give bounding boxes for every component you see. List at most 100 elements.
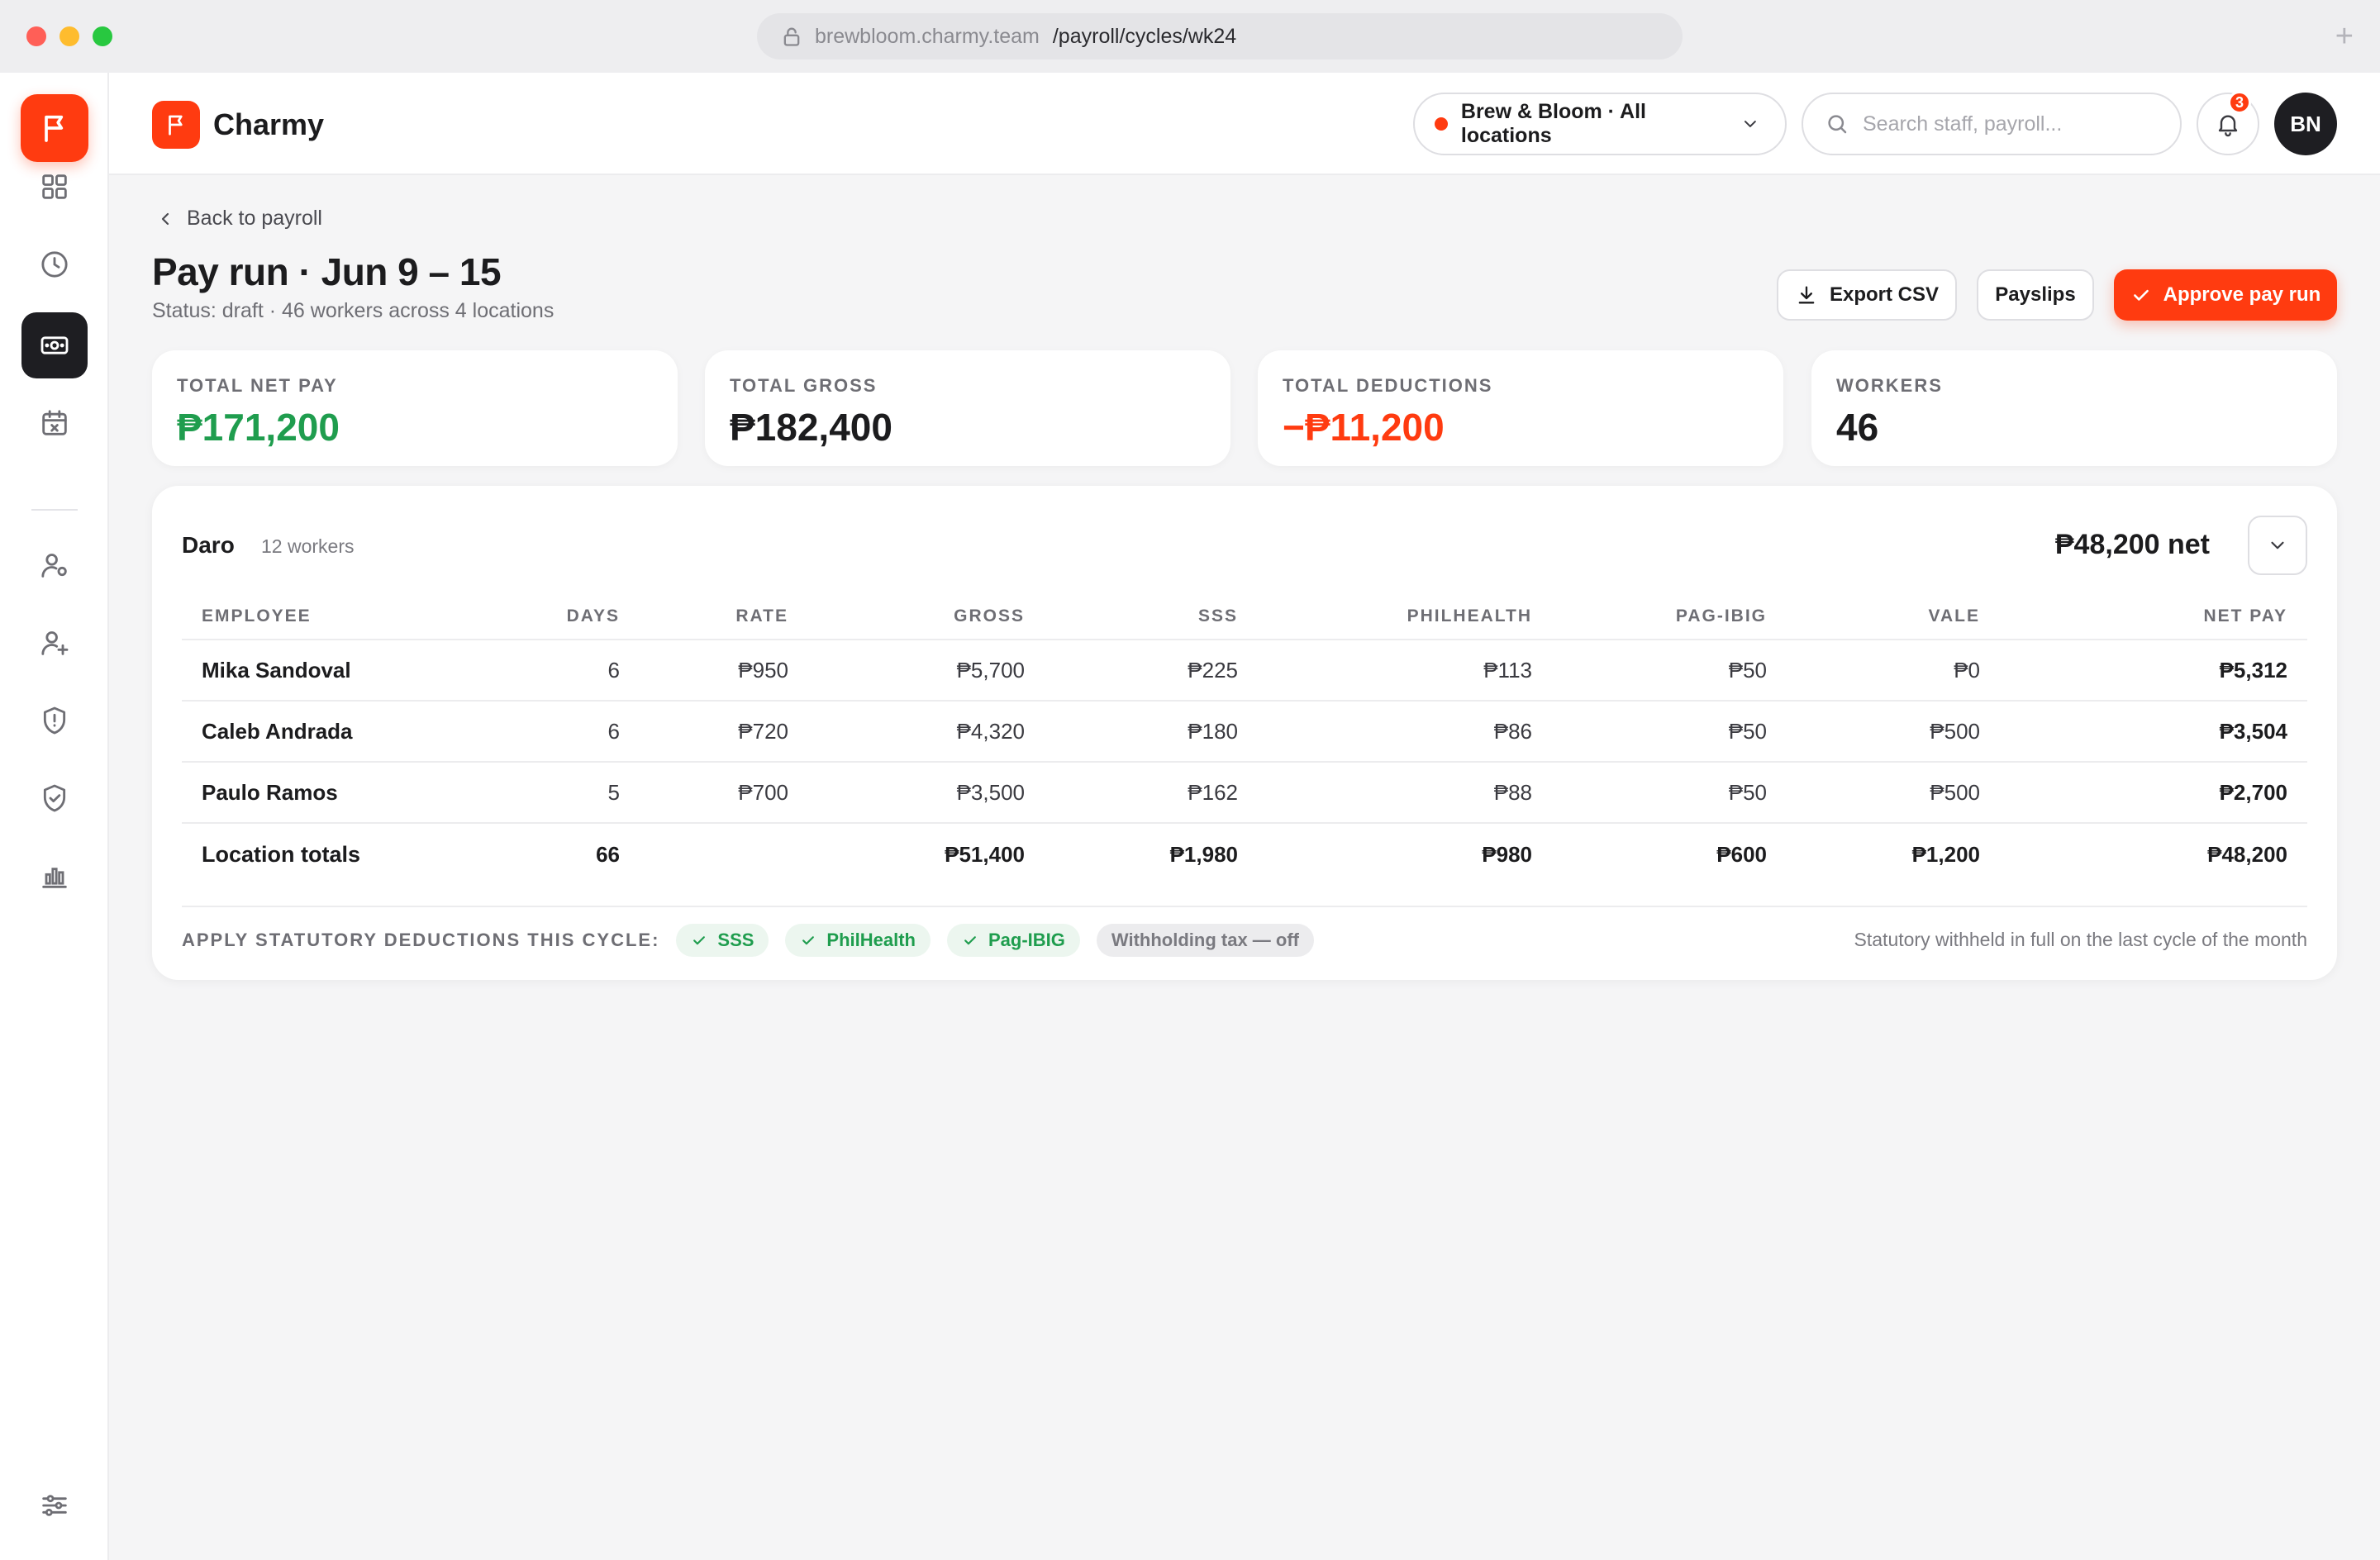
clock-icon (41, 251, 68, 278)
lock-icon (783, 27, 800, 46)
url-host: brewbloom.charmy.team (815, 24, 1040, 48)
approve-pay-run-button[interactable]: Approve pay run (2114, 269, 2337, 321)
days-cell: 6 (512, 640, 640, 702)
location-worker-count: 12 workers (261, 535, 355, 557)
column-header: PAG-IBIG (1552, 593, 1787, 640)
net-pay-cell: ₱2,700 (2000, 762, 2307, 824)
stat-value: 46 (1836, 406, 1879, 449)
search-icon (1828, 115, 1847, 134)
stat-label: TOTAL DEDUCTIONS (1283, 375, 1493, 396)
chip-label: SSS (717, 930, 754, 950)
chip-label: PhilHealth (826, 930, 916, 950)
cash-icon (40, 336, 69, 354)
net-pay-total: ₱48,200 (2207, 842, 2287, 867)
status-dot (1435, 117, 1448, 131)
sidebar-item-hiring[interactable] (21, 610, 88, 676)
location-net-total: ₱48,200 net (2054, 529, 2210, 560)
window-minimize-button[interactable] (60, 26, 79, 46)
app-logo[interactable] (21, 94, 88, 162)
rate-cell: ₱720 (640, 701, 808, 763)
location-selector[interactable]: Brew & Bloom · All locations (1413, 93, 1787, 155)
sidebar-item-payroll[interactable] (21, 312, 88, 378)
column-header: NET PAY (2000, 593, 2307, 640)
sidebar-item-dashboard[interactable] (21, 154, 88, 220)
sidebar-item-leave[interactable] (21, 390, 88, 456)
address-bar[interactable]: brewbloom.charmy.team /payroll/cycles/wk… (757, 13, 1683, 59)
table-row[interactable]: Mika Sandoval 6 ₱950 ₱5,700 ₱225 ₱113 ₱5… (182, 640, 2307, 702)
table-row[interactable]: Paulo Ramos 5 ₱700 ₱3,500 ₱162 ₱88 ₱50 ₱… (182, 762, 2307, 824)
column-header: SSS (1045, 593, 1258, 640)
check-icon (2133, 289, 2149, 301)
pagibig-cell: ₱50 (1552, 701, 1787, 763)
location-selector-label: Brew & Bloom · All locations (1460, 100, 1646, 147)
url-path: /payroll/cycles/wk24 (1052, 24, 1237, 48)
sidebar-item-time[interactable] (21, 231, 88, 297)
back-link[interactable]: Back to payroll (155, 207, 322, 231)
vale-cell: ₱500 (1787, 762, 2000, 824)
sidebar-item-reports[interactable] (21, 843, 88, 909)
grid-icon (42, 174, 67, 199)
check-icon (802, 936, 815, 945)
philhealth-cell: ₱113 (1258, 640, 1552, 702)
column-header: VALE (1787, 593, 2000, 640)
notifications-button[interactable]: 3 (2197, 91, 2259, 155)
rate-cell: ₱700 (640, 762, 808, 824)
notification-count-badge: 3 (2228, 91, 2251, 114)
employee-name: Caleb Andrada (182, 701, 512, 763)
sss-total: ₱1,980 (1169, 842, 1238, 867)
search-box (1802, 93, 2182, 155)
shield-alert-icon (43, 706, 66, 735)
sidebar-divider (31, 509, 78, 511)
chevron-left-icon (161, 212, 169, 225)
net-pay-cell: ₱3,504 (2000, 701, 2307, 763)
collapse-location-button[interactable] (2248, 516, 2307, 575)
sidebar-item-compliance[interactable] (21, 687, 88, 754)
top-bar: Charmy Brew & Bloom · All locations 3 BN (109, 73, 2380, 175)
page-subtitle: Status: draft · 46 workers across 4 loca… (152, 299, 555, 322)
sss-cell: ₱180 (1045, 701, 1258, 763)
payslips-button[interactable]: Payslips (1977, 269, 2094, 321)
avatar[interactable]: BN (2274, 93, 2337, 155)
rate-cell: ₱950 (640, 640, 808, 702)
card-divider (182, 906, 2307, 907)
chip-label: Pag-IBIG (988, 930, 1065, 950)
check-icon (964, 936, 976, 945)
withholding-tax-toggle-chip[interactable]: Withholding tax — off (1096, 924, 1314, 957)
brand-logo[interactable] (152, 101, 200, 149)
stat-card-net-pay: TOTAL NET PAY ₱171,200 (152, 350, 678, 466)
philhealth-cell: ₱86 (1258, 701, 1552, 763)
philhealth-toggle-chip[interactable]: PhilHealth (785, 924, 931, 957)
window-maximize-button[interactable] (93, 26, 112, 46)
pagibig-cell: ₱50 (1552, 640, 1787, 702)
gross-cell: ₱5,700 (808, 640, 1045, 702)
sidebar-item-staff[interactable] (21, 532, 88, 598)
pagibig-cell: ₱50 (1552, 762, 1787, 824)
stat-card-workers: WORKERS 46 (1811, 350, 2337, 466)
table-row[interactable]: Caleb Andrada 6 ₱720 ₱4,320 ₱180 ₱86 ₱50… (182, 701, 2307, 763)
days-cell: 5 (512, 762, 640, 824)
new-tab-button[interactable]: + (2335, 20, 2354, 53)
location-card: Daro 12 workers ₱48,200 net EMPLOYEE DAY… (152, 486, 2337, 980)
pagibig-toggle-chip[interactable]: Pag-IBIG (947, 924, 1080, 957)
stat-value: ₱182,400 (730, 406, 892, 449)
sidebar-item-settings[interactable] (21, 1472, 88, 1539)
search-input[interactable] (1863, 112, 2160, 136)
column-header: DAYS (512, 593, 640, 640)
column-header: RATE (640, 593, 808, 640)
days-total: 66 (596, 842, 620, 867)
chevron-down-icon (1745, 121, 1757, 127)
table-header-row: EMPLOYEE DAYS RATE GROSS SSS PHILHEALTH … (182, 593, 2307, 640)
sss-toggle-chip[interactable]: SSS (676, 924, 769, 957)
chip-label: Withholding tax — off (1111, 930, 1299, 950)
export-csv-button[interactable]: Export CSV (1777, 269, 1957, 321)
flag-icon (169, 115, 183, 136)
employee-name: Mika Sandoval (182, 640, 512, 702)
shield-check-icon (43, 784, 66, 812)
approve-pay-run-label: Approve pay run (2163, 283, 2321, 306)
flag-icon (45, 115, 64, 142)
window-close-button[interactable] (26, 26, 46, 46)
philhealth-cell: ₱88 (1258, 762, 1552, 824)
stat-label: TOTAL NET PAY (177, 375, 338, 396)
deductions-note: Statutory withheld in full on the last c… (1854, 929, 2307, 950)
sidebar-item-verified[interactable] (21, 765, 88, 831)
